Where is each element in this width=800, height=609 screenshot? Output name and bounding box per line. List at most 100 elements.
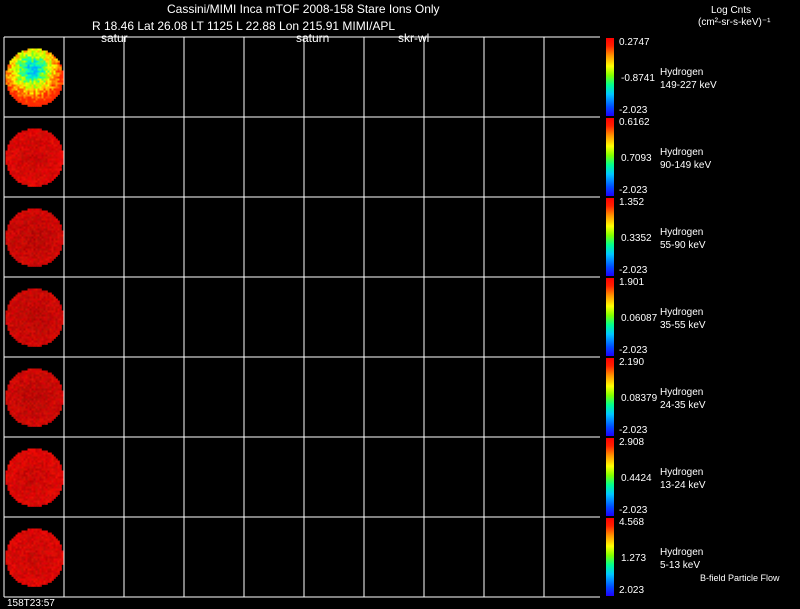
heatmap-cell [15,312,18,315]
heatmap-cell [9,332,12,335]
heatmap-cell [7,398,10,401]
heatmap-cell [27,568,30,571]
heatmap-cell [33,542,36,545]
heatmap-cell [29,82,32,85]
heatmap-cell [29,246,32,249]
heatmap-cell [31,86,34,89]
heatmap-cell [27,50,30,53]
heatmap-cell [17,214,20,217]
heatmap-cell [19,244,22,247]
heatmap-cell [51,410,54,413]
heatmap-cell [13,86,16,89]
heatmap-cell [57,150,60,153]
heatmap-cell [39,380,42,383]
heatmap-cell [47,138,50,141]
heatmap-cell [33,564,36,567]
heatmap-cell [51,482,54,485]
heatmap-cell [13,492,16,495]
heatmap-cell [11,238,14,241]
heatmap-cell [41,54,44,57]
heatmap-cell [37,454,40,457]
heatmap-cell [57,396,60,399]
heatmap-cell [39,52,42,55]
heatmap-cell [55,94,58,97]
heatmap-cell [49,572,52,575]
heatmap-cell [15,392,18,395]
heatmap-cell [27,176,30,179]
heatmap-cell [33,214,36,217]
heatmap-cell [49,222,52,225]
heatmap-cell [23,250,26,253]
heatmap-cell [61,394,64,397]
heatmap-cell [45,494,48,497]
heatmap-cell [45,582,48,585]
heatmap-cell [21,556,24,559]
heatmap-cell [33,482,36,485]
heatmap-cell [39,174,42,177]
heatmap-cell [45,410,48,413]
heatmap-cell [33,290,36,293]
heatmap-cell [59,406,62,409]
heatmap-cell [49,310,52,313]
heatmap-cell [45,226,48,229]
heatmap-cell [21,60,24,63]
heatmap-cell [43,146,46,149]
heatmap-cell [29,144,32,147]
heatmap-cell [25,496,28,499]
heatmap-cell [45,422,48,425]
heatmap-cell [15,164,18,167]
heatmap-cell [27,300,30,303]
heatmap-cell [9,302,12,305]
heatmap-cell [31,260,34,263]
heatmap-cell [31,66,34,69]
heatmap-cell [53,492,56,495]
heatmap-cell [23,158,26,161]
heatmap-cell [25,152,28,155]
heatmap-cell [29,62,32,65]
heatmap-cell [29,374,32,377]
heatmap-cell [49,134,52,137]
heatmap-cell [21,388,24,391]
heatmap-cell [29,470,32,473]
heatmap-cell [41,474,44,477]
heatmap-cell [35,534,38,537]
heatmap-cell [43,496,46,499]
heatmap-cell [49,542,52,545]
heatmap-cell [35,310,38,313]
heatmap-cell [49,296,52,299]
heatmap-cell [17,68,20,71]
heatmap-cell [23,542,26,545]
heatmap-cell [15,230,18,233]
heatmap-cell [47,52,50,55]
heatmap-cell [15,324,18,327]
heatmap-cell [37,320,40,323]
heatmap-cell [45,314,48,317]
heatmap-cell [25,468,28,471]
heatmap-cell [43,338,46,341]
heatmap-cell [53,92,56,95]
heatmap-cell [23,210,26,213]
heatmap-cell [17,178,20,181]
heatmap-cell [17,100,20,103]
heatmap-cell [55,386,58,389]
heatmap-cell [35,260,38,263]
heatmap-cell [43,72,46,75]
heatmap-cell [33,100,36,103]
heatmap-cell [61,550,64,553]
heatmap-cell [25,166,28,169]
heatmap-cell [41,252,44,255]
heatmap-cell [25,302,28,305]
heatmap-cell [49,142,52,145]
heatmap-cell [17,308,20,311]
heatmap-cell [17,470,20,473]
heatmap-cell [7,404,10,407]
heatmap-cell [47,550,50,553]
heatmap-cell [47,540,50,543]
heatmap-cell [61,156,64,159]
heatmap-panel-5 [5,368,64,427]
heatmap-cell [11,472,14,475]
heatmap-cell [37,256,40,259]
heatmap-cell [17,558,20,561]
heatmap-cell [35,504,38,507]
heatmap-cell [35,546,38,549]
